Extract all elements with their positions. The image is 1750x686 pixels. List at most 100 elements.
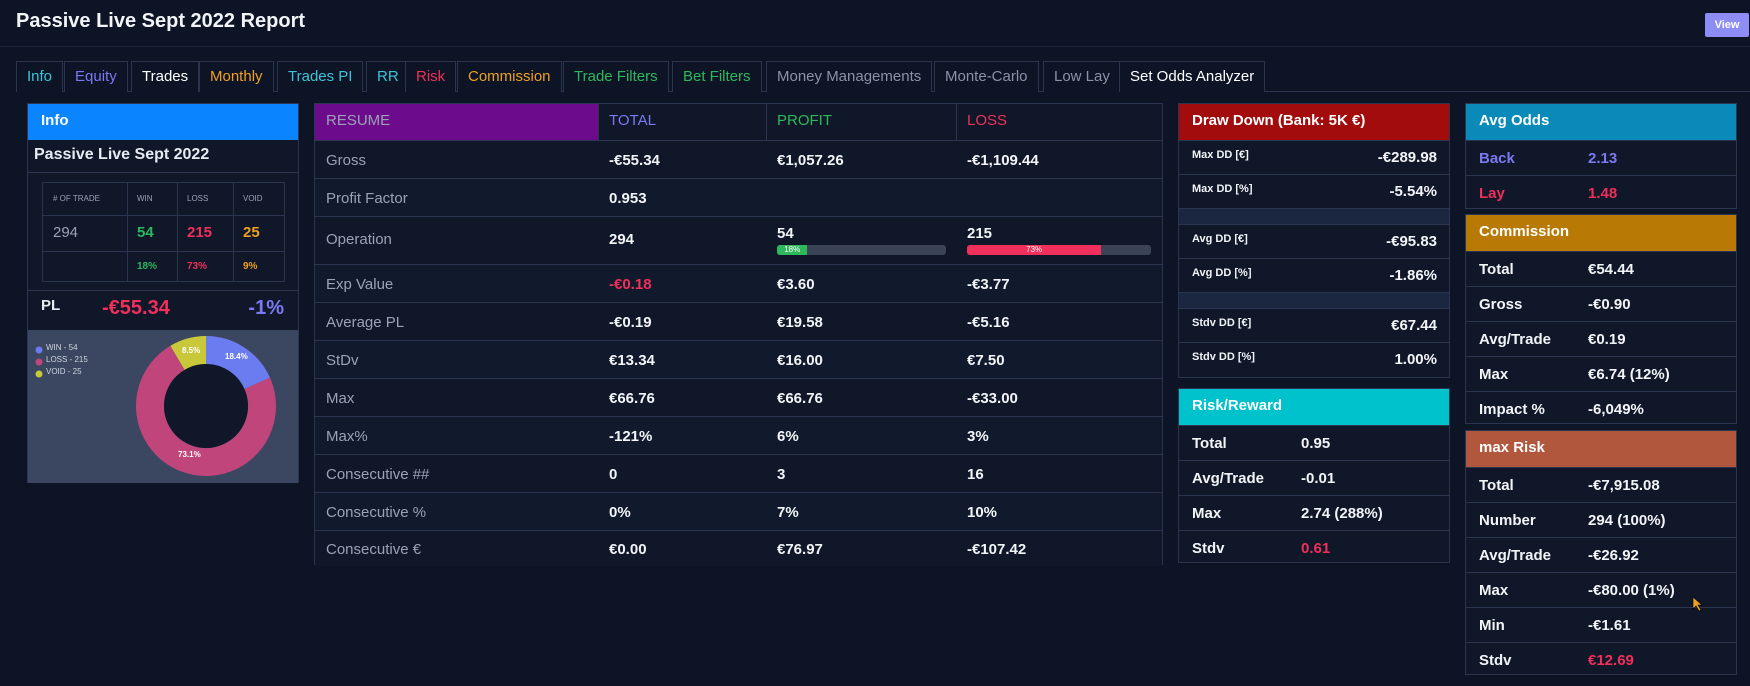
resume-row-loss: 10%	[967, 504, 998, 521]
mouse-cursor-icon	[1692, 596, 1703, 612]
resume-row: Profit Factor 0.953	[315, 178, 1162, 216]
drawdown-label: Max DD [%]	[1192, 183, 1253, 195]
divider	[28, 290, 298, 291]
resume-row-label: Average PL	[326, 314, 405, 331]
tab-set-odds-analyzer[interactable]: Set Odds Analyzer	[1119, 61, 1266, 92]
resume-row-loss: -€107.42	[967, 541, 1027, 558]
riskreward-value: 2.74 (288%)	[1301, 505, 1383, 522]
resume-row: Max €66.76 €66.76 -€33.00	[315, 378, 1162, 416]
resume-row-total: 294	[609, 231, 635, 248]
tab-rr[interactable]: RR	[366, 61, 410, 92]
tab-info[interactable]: Info	[16, 61, 64, 92]
resume-row-total: 0%	[609, 504, 631, 521]
resume-row-total: -€0.19	[609, 314, 652, 331]
commission-row: Impact % -6,049%	[1466, 391, 1736, 426]
drawdown-spacer	[1179, 292, 1449, 308]
tab-equity[interactable]: Equity	[64, 61, 128, 92]
resume-row-total: -€55.34	[609, 152, 660, 169]
riskreward-row: Max 2.74 (288%)	[1179, 495, 1449, 530]
drawdown-row: Avg DD [€] -€95.83	[1179, 224, 1449, 258]
resume-row-profit: €3.60	[777, 276, 815, 293]
maxrisk-row: Min -€1.61	[1466, 607, 1736, 642]
tab-trades[interactable]: Trades	[131, 61, 200, 92]
resume-row-profit: €76.97	[777, 541, 823, 558]
legend-loss: LOSS - 215	[46, 355, 88, 364]
resume-row-loss: 3%	[967, 428, 989, 445]
resume-row-total: 0.953	[609, 190, 647, 207]
legend-win: WIN - 54	[46, 343, 78, 352]
divider	[177, 183, 178, 281]
maxrisk-label: Number	[1479, 512, 1536, 529]
slice-label-void: 8.5%	[182, 346, 201, 355]
avgodds-row: Back 2.13	[1466, 140, 1736, 175]
tab-monte-carlo[interactable]: Monte-Carlo	[934, 61, 1039, 92]
maxrisk-row: Stdv €12.69	[1466, 642, 1736, 677]
commission-row: Avg/Trade €0.19	[1466, 321, 1736, 356]
tab-trade-filters[interactable]: Trade Filters	[563, 61, 669, 92]
page-title: Passive Live Sept 2022 Report	[16, 10, 306, 32]
tab-monthly[interactable]: Monthly	[199, 61, 274, 92]
tab-trades-pi[interactable]: Trades PI	[277, 61, 364, 92]
commission-value: -6,049%	[1588, 401, 1644, 418]
resume-row-profit: 3	[777, 466, 786, 483]
commission-header: Commission	[1466, 215, 1736, 251]
donut-chart-area: WIN - 54 LOSS - 215 VOID - 25 18.4% 73.1…	[28, 330, 298, 483]
drawdown-panel: Draw Down (Bank: 5K €) Max DD [€] -€289.9…	[1178, 103, 1450, 378]
win-pct: 18%	[137, 261, 158, 272]
commission-label: Total	[1479, 261, 1514, 278]
drawdown-row: Stdv DD [%] 1.00%	[1179, 342, 1449, 378]
drawdown-label: Max DD [€]	[1192, 149, 1249, 161]
resume-row-total: €66.76	[609, 390, 655, 407]
maxrisk-panel: max Risk Total -€7,915.08 Number 294 (100%)…	[1465, 430, 1737, 675]
profit-progress-bar: 18%	[777, 245, 946, 255]
trade-count: 294	[53, 224, 79, 241]
drawdown-value: -5.54%	[1389, 183, 1437, 200]
resume-row-label: Operation	[326, 231, 392, 248]
void-pct: 9%	[243, 261, 258, 272]
riskreward-label: Total	[1192, 435, 1227, 452]
slice-label-win: 18.4%	[225, 352, 248, 361]
maxrisk-label: Max	[1479, 582, 1509, 599]
riskreward-header: Risk/Reward	[1179, 389, 1449, 425]
tab-low-lay[interactable]: Low Lay	[1043, 61, 1121, 92]
view-button[interactable]: View	[1705, 13, 1749, 37]
avgodds-label: Lay	[1479, 185, 1505, 202]
resume-row-total: -€0.18	[609, 276, 652, 293]
resume-row: Consecutive % 0% 7% 10%	[315, 492, 1162, 530]
maxrisk-header: max Risk	[1466, 431, 1736, 467]
tab-bet-filters[interactable]: Bet Filters	[672, 61, 762, 92]
commission-value: €54.44	[1588, 261, 1634, 278]
riskreward-row: Total 0.95	[1179, 425, 1449, 460]
resume-row-profit: 54	[777, 225, 794, 242]
riskreward-label: Max	[1192, 505, 1222, 522]
drawdown-value: €67.44	[1391, 317, 1437, 334]
tab-money-managements[interactable]: Money Managements	[766, 61, 933, 92]
commission-label: Avg/Trade	[1479, 331, 1551, 348]
divider	[43, 215, 284, 216]
drawdown-value: -€95.83	[1386, 233, 1437, 250]
riskreward-row: Avg/Trade -0.01	[1179, 460, 1449, 495]
maxrisk-value: 294 (100%)	[1588, 512, 1666, 529]
avgodds-header: Avg Odds	[1466, 104, 1736, 140]
win-count: 54	[137, 224, 154, 241]
slice-label-loss: 73.1%	[178, 450, 201, 459]
resume-row-loss: €7.50	[967, 352, 1005, 369]
divider	[233, 183, 234, 281]
drawdown-row: Max DD [€] -€289.98	[1179, 140, 1449, 174]
resume-row-loss: -€1,109.44	[967, 152, 1039, 169]
tab-risk[interactable]: Risk	[405, 61, 457, 92]
trade-count-table: # OF TRADE WIN LOSS VOID 294 54 215 25 1…	[42, 182, 285, 282]
resume-row-profit: €1,057.26	[777, 152, 844, 169]
resume-row-label: Exp Value	[326, 276, 394, 293]
resume-row-label: Profit Factor	[326, 190, 408, 207]
profit-header: PROFIT	[777, 112, 832, 129]
tab-commission[interactable]: Commission	[457, 61, 562, 92]
pl-value: -€55.34	[102, 297, 170, 319]
loss-progress-bar: 73%	[967, 245, 1151, 255]
void-count: 25	[243, 224, 260, 241]
donut-hole	[164, 364, 248, 448]
maxrisk-value: -€7,915.08	[1588, 477, 1660, 494]
resume-row-total: €0.00	[609, 541, 647, 558]
resume-header: RESUME	[326, 112, 391, 129]
drawdown-label: Avg DD [%]	[1192, 267, 1252, 279]
